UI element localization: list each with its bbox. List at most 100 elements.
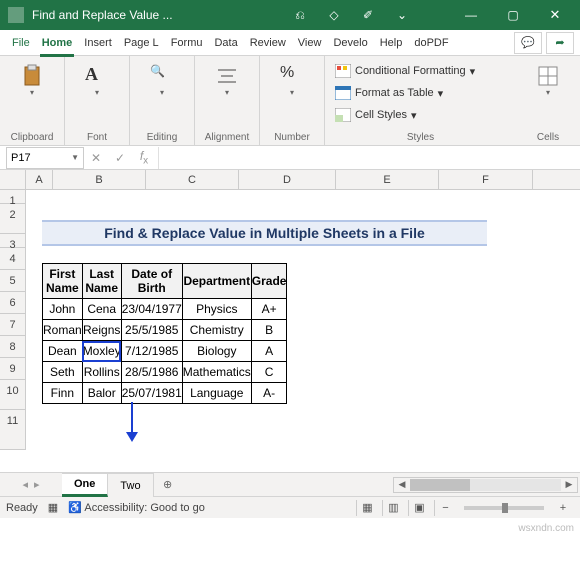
col-header[interactable]: F (439, 170, 533, 189)
page-break-button[interactable]: ▣ (408, 500, 430, 516)
table-row: FinnBalor25/07/1981LanguageA- (43, 383, 287, 404)
tab-file[interactable]: File (6, 30, 36, 56)
share-button[interactable]: ➦ (546, 32, 574, 54)
font-button[interactable]: A ▾ (73, 60, 121, 97)
cancel-formula-button[interactable]: ✕ (84, 151, 108, 165)
comments-button[interactable]: 💬 (514, 32, 542, 54)
selected-cell[interactable]: Moxley (82, 341, 121, 362)
editing-button[interactable]: 🔍 ▾ (138, 60, 186, 97)
number-button[interactable]: % ▾ (268, 60, 316, 97)
tab-developer[interactable]: Develo (327, 30, 373, 56)
chevron-down-icon[interactable]: ⌄ (394, 7, 410, 23)
row-header[interactable]: 2 (0, 204, 26, 234)
ribbon-tabs: File Home Insert Page L Formu Data Revie… (0, 30, 580, 56)
row-header[interactable]: 3 (0, 234, 26, 248)
clipboard-icon (20, 64, 44, 88)
paste-button[interactable]: ▾ (8, 60, 56, 97)
alignment-button[interactable]: ▾ (203, 60, 251, 97)
row-header[interactable]: 7 (0, 314, 26, 336)
sheet-tab-one[interactable]: One (62, 473, 108, 497)
office-icon[interactable]: ◇ (326, 7, 342, 23)
col-header[interactable]: C (146, 170, 239, 189)
cells-icon (536, 64, 560, 88)
ribbon: ▾ Clipboard A ▾ Font 🔍 ▾ Editing ▾ Align… (0, 56, 580, 146)
row-header[interactable]: 10 (0, 380, 26, 410)
status-bar: Ready ▦ ♿ Accessibility: Good to go ▦ ▥ … (0, 496, 580, 518)
col-header[interactable]: B (53, 170, 146, 189)
row-header[interactable]: 9 (0, 358, 26, 380)
row-header[interactable]: 11 (0, 410, 26, 450)
row-header[interactable]: 8 (0, 336, 26, 358)
table-row: RomanReigns25/5/1985ChemistryB (43, 320, 287, 341)
conditional-formatting-button[interactable]: Conditional Formatting ▾ (335, 60, 506, 82)
name-box[interactable]: P17 ▼ (6, 147, 84, 169)
tab-view[interactable]: View (292, 30, 328, 56)
font-icon: A (85, 64, 109, 88)
watermark: wsxndn.com (518, 523, 574, 534)
table-icon (335, 86, 351, 100)
macro-icon[interactable]: ▦ (48, 501, 58, 514)
tab-dopdf[interactable]: doPDF (408, 30, 454, 56)
col-lastname: Last Name (82, 264, 121, 299)
row-header[interactable]: 6 (0, 292, 26, 314)
scrollbar-thumb[interactable] (410, 479, 470, 491)
tab-page-layout[interactable]: Page L (118, 30, 165, 56)
tab-home[interactable]: Home (36, 30, 79, 56)
cf-icon (335, 64, 351, 78)
zoom-out-button[interactable]: − (434, 500, 456, 516)
group-number: Number (274, 130, 310, 143)
formula-bar: P17 ▼ ✕ ✓ fx (0, 146, 580, 170)
formula-input[interactable] (158, 147, 580, 169)
status-ready: Ready (6, 502, 38, 514)
scroll-right-icon[interactable]: ▶ (561, 479, 577, 490)
titlebar: Find and Replace Value ... ⎌ ◇ ✐ ⌄ — ▢ ✕ (0, 0, 580, 30)
group-styles: Styles (335, 130, 506, 143)
row-header[interactable]: 5 (0, 270, 26, 292)
group-editing: Editing (147, 130, 178, 143)
new-sheet-button[interactable]: ⊕ (154, 478, 182, 491)
tab-help[interactable]: Help (374, 30, 409, 56)
maximize-button[interactable]: ▢ (492, 0, 534, 30)
scroll-left-icon[interactable]: ◀ (394, 479, 410, 490)
draw-icon[interactable]: ✐ (360, 7, 376, 23)
accessibility-status[interactable]: ♿ Accessibility: Good to go (68, 501, 205, 514)
select-all-corner[interactable] (0, 170, 26, 189)
close-button[interactable]: ✕ (534, 0, 576, 30)
page-layout-button[interactable]: ▥ (382, 500, 404, 516)
find-icon: 🔍 (150, 64, 174, 88)
table-row: SethRollins28/5/1986MathematicsC (43, 362, 287, 383)
minimize-button[interactable]: — (450, 0, 492, 30)
zoom-in-button[interactable]: + (552, 500, 574, 516)
col-header[interactable]: A (26, 170, 53, 189)
percent-icon: % (280, 64, 304, 88)
sheet-tab-two[interactable]: Two (108, 473, 153, 497)
worksheet-grid[interactable]: A B C D E F 1 2 3 4 5 6 7 8 9 10 11 Find… (0, 170, 580, 472)
col-header[interactable]: D (239, 170, 336, 189)
zoom-slider[interactable] (464, 506, 544, 510)
cell-styles-button[interactable]: Cell Styles ▾ (335, 104, 506, 126)
data-table: First Name Last Name Date of Birth Depar… (42, 263, 287, 404)
group-font: Font (87, 130, 107, 143)
table-row: JohnCena23/04/1977PhysicsA+ (43, 299, 287, 320)
window-title: Find and Replace Value ... (32, 8, 292, 22)
group-clipboard: Clipboard (11, 130, 54, 143)
row-header[interactable]: 1 (0, 190, 26, 204)
horizontal-scrollbar[interactable]: ◀ ▶ (393, 477, 578, 493)
format-as-table-button[interactable]: Format as Table ▾ (335, 82, 506, 104)
autosave-icon[interactable]: ⎌ (292, 7, 308, 23)
tab-formulas[interactable]: Formu (165, 30, 209, 56)
tab-review[interactable]: Review (244, 30, 292, 56)
tab-data[interactable]: Data (208, 30, 243, 56)
tab-insert[interactable]: Insert (78, 30, 118, 56)
cells-button[interactable]: ▾ (524, 60, 572, 97)
sheet-nav[interactable]: ◂▸ (0, 478, 62, 491)
cs-label: Cell Styles (355, 109, 407, 121)
normal-view-button[interactable]: ▦ (356, 500, 378, 516)
col-header[interactable]: E (336, 170, 439, 189)
col-department: Department (182, 264, 251, 299)
cf-label: Conditional Formatting (355, 65, 466, 77)
row-header[interactable]: 4 (0, 248, 26, 270)
enter-formula-button[interactable]: ✓ (108, 151, 132, 165)
fx-button[interactable]: fx (132, 149, 156, 166)
chevron-down-icon[interactable]: ▼ (71, 153, 79, 162)
